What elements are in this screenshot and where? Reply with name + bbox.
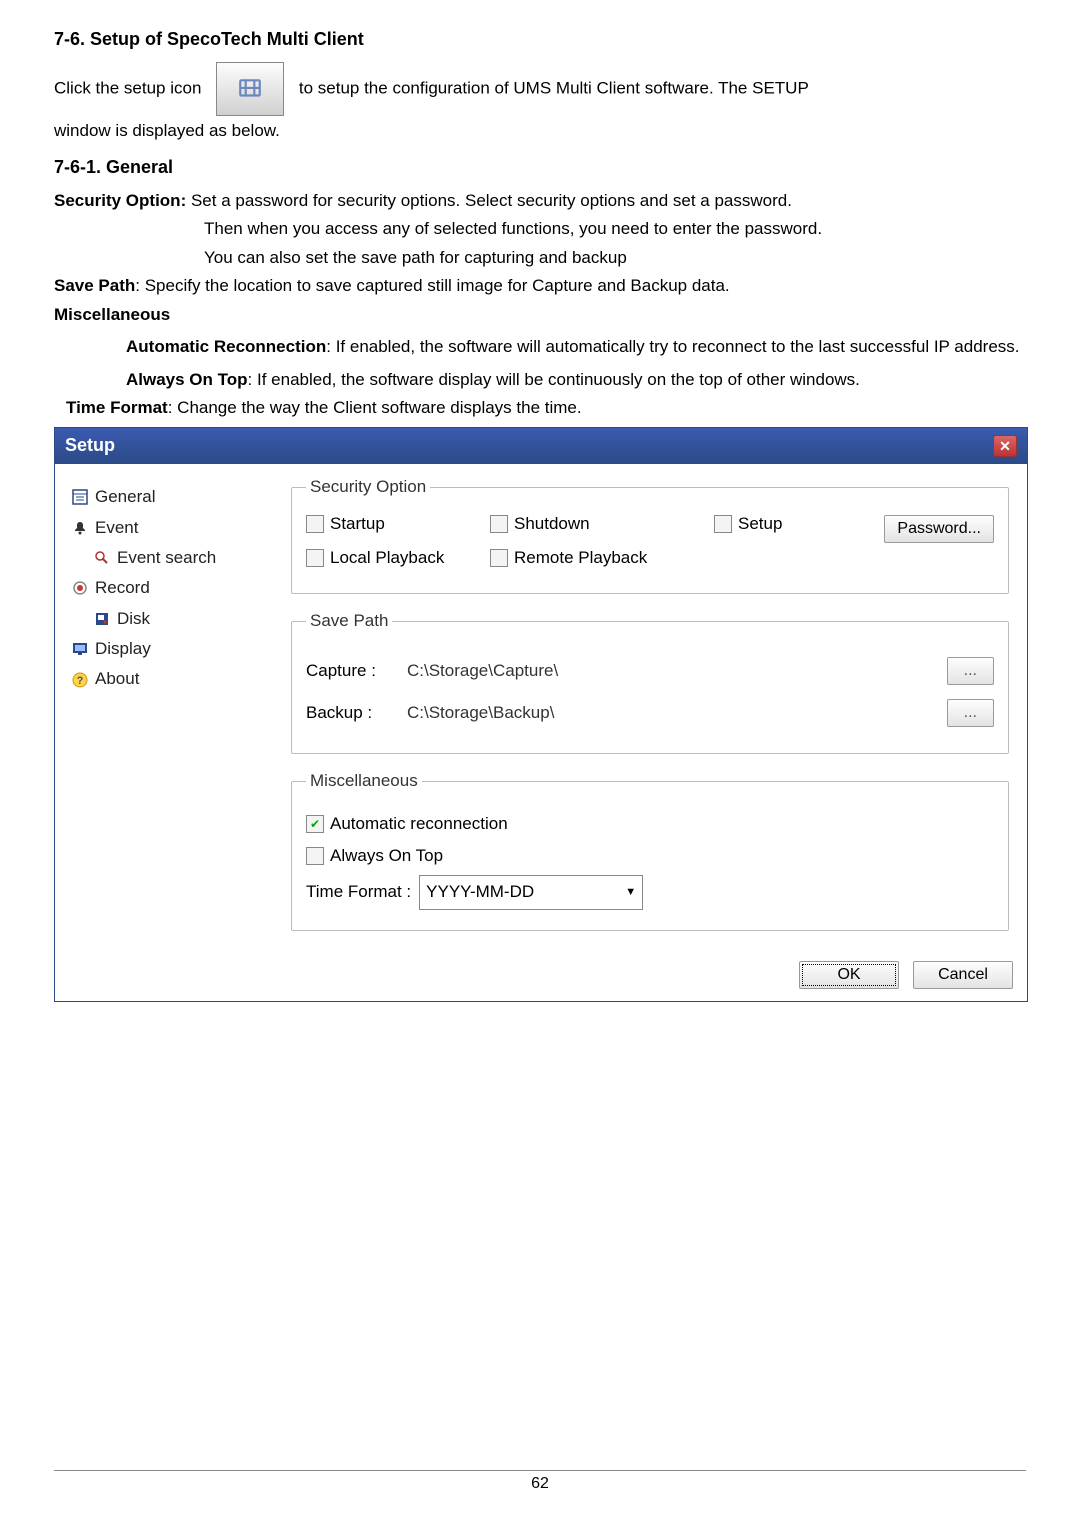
footer-rule xyxy=(54,1470,1026,1471)
time-format-label: Time Format xyxy=(66,398,168,417)
setup-dialog: Setup ✕ General Event Event xyxy=(54,427,1028,1001)
intro-paragraph: Click the setup icon to setup the config… xyxy=(54,62,1026,116)
time-format-cb-label: Time Format : xyxy=(306,879,411,905)
security-option-label: Security Option: xyxy=(54,191,186,210)
security-option-line: Security Option: Set a password for secu… xyxy=(54,188,1026,214)
cancel-button[interactable]: Cancel xyxy=(913,961,1013,989)
shutdown-label: Shutdown xyxy=(514,511,714,537)
close-icon: ✕ xyxy=(999,439,1011,453)
auto-reconnect-cb-label: Automatic reconnection xyxy=(330,811,508,837)
time-format-value: YYYY-MM-DD xyxy=(426,879,534,905)
intro-text-c: window is displayed as below. xyxy=(54,118,1026,144)
chevron-down-icon: ▼ xyxy=(625,884,636,901)
auto-reconnect-text: : If enabled, the software will automati… xyxy=(326,337,1019,356)
intro-text-b: to setup the configuration of UMS Multi … xyxy=(299,78,809,97)
setup-label: Setup xyxy=(738,511,828,537)
startup-checkbox[interactable] xyxy=(306,515,324,533)
capture-path-value: C:\Storage\Capture\ xyxy=(402,655,947,687)
record-icon xyxy=(71,579,89,597)
subsection-heading: 7-6-1. General xyxy=(54,154,1026,182)
always-on-top-line: Always On Top: If enabled, the software … xyxy=(126,367,1026,393)
general-icon xyxy=(71,488,89,506)
section-heading: 7-6. Setup of SpecoTech Multi Client xyxy=(54,26,1026,54)
setup-checkbox[interactable] xyxy=(714,515,732,533)
auto-reconnect-line: Automatic Reconnection: If enabled, the … xyxy=(126,330,1026,365)
tree-label: Display xyxy=(95,636,151,662)
save-path-line: Save Path: Specify the location to save … xyxy=(54,273,1026,299)
tree-item-event[interactable]: Event xyxy=(71,515,281,541)
capture-path-label: Capture : xyxy=(306,658,402,684)
password-button[interactable]: Password... xyxy=(884,515,994,543)
tree-label: Disk xyxy=(117,606,150,632)
question-icon: ? xyxy=(71,671,89,689)
display-icon xyxy=(71,640,89,658)
security-option-line3: You can also set the save path for captu… xyxy=(204,245,1026,271)
shutdown-checkbox[interactable] xyxy=(490,515,508,533)
ok-button[interactable]: OK xyxy=(799,961,899,989)
always-on-top-checkbox[interactable] xyxy=(306,847,324,865)
disk-icon xyxy=(93,610,111,628)
save-path-legend: Save Path xyxy=(306,608,392,634)
save-path-text: : Specify the location to save captured … xyxy=(135,276,729,295)
tree-label: Event xyxy=(95,515,138,541)
security-option-text: Set a password for security options. Sel… xyxy=(191,191,792,210)
local-playback-checkbox[interactable] xyxy=(306,549,324,567)
tree-label: Record xyxy=(95,575,150,601)
search-event-icon xyxy=(93,549,111,567)
auto-reconnect-label: Automatic Reconnection xyxy=(126,337,326,356)
close-button[interactable]: ✕ xyxy=(993,435,1017,457)
tree-item-disk[interactable]: Disk xyxy=(93,606,281,632)
startup-label: Startup xyxy=(330,511,490,537)
always-on-top-label: Always On Top xyxy=(126,370,248,389)
tree-label: Event search xyxy=(117,545,216,571)
save-path-group: Save Path Capture : C:\Storage\Capture\ … xyxy=(291,608,1009,754)
save-path-label: Save Path xyxy=(54,276,135,295)
remote-playback-checkbox[interactable] xyxy=(490,549,508,567)
setup-toolbar-icon xyxy=(216,62,284,116)
security-option-line2: Then when you access any of selected fun… xyxy=(204,216,1026,242)
window-title: Setup xyxy=(65,432,115,460)
tree-item-record[interactable]: Record xyxy=(71,575,281,601)
local-playback-label: Local Playback xyxy=(330,545,490,571)
category-tree: General Event Event search Record xyxy=(67,474,285,944)
tree-label: General xyxy=(95,484,155,510)
backup-path-value: C:\Storage\Backup\ xyxy=(402,697,947,729)
intro-text-a: Click the setup icon xyxy=(54,78,201,97)
tree-item-general[interactable]: General xyxy=(71,484,281,510)
capture-browse-button[interactable]: ... xyxy=(947,657,994,685)
backup-path-label: Backup : xyxy=(306,700,402,726)
tree-item-display[interactable]: Display xyxy=(71,636,281,662)
time-format-text: : Change the way the Client software dis… xyxy=(168,398,582,417)
security-option-legend: Security Option xyxy=(306,474,430,500)
bell-icon xyxy=(71,519,89,537)
miscellaneous-legend: Miscellaneous xyxy=(306,768,422,794)
time-format-line: Time Format: Change the way the Client s… xyxy=(66,395,1026,421)
page-number: 62 xyxy=(531,1472,549,1497)
misc-heading: Miscellaneous xyxy=(54,302,1026,328)
tree-item-about[interactable]: ? About xyxy=(71,666,281,692)
remote-playback-label: Remote Playback xyxy=(514,545,714,571)
time-format-select[interactable]: YYYY-MM-DD ▼ xyxy=(419,875,643,909)
miscellaneous-group: Miscellaneous ✔ Automatic reconnection A… xyxy=(291,768,1009,930)
tree-item-event-search[interactable]: Event search xyxy=(93,545,281,571)
titlebar: Setup ✕ xyxy=(55,428,1027,464)
auto-reconnect-checkbox[interactable]: ✔ xyxy=(306,815,324,833)
security-option-group: Security Option Startup Shutdown Setup xyxy=(291,474,1009,594)
always-on-top-cb-label: Always On Top xyxy=(330,843,443,869)
always-on-top-text: : If enabled, the software display will … xyxy=(248,370,860,389)
svg-text:?: ? xyxy=(77,675,84,687)
backup-browse-button[interactable]: ... xyxy=(947,699,994,727)
tree-label: About xyxy=(95,666,139,692)
